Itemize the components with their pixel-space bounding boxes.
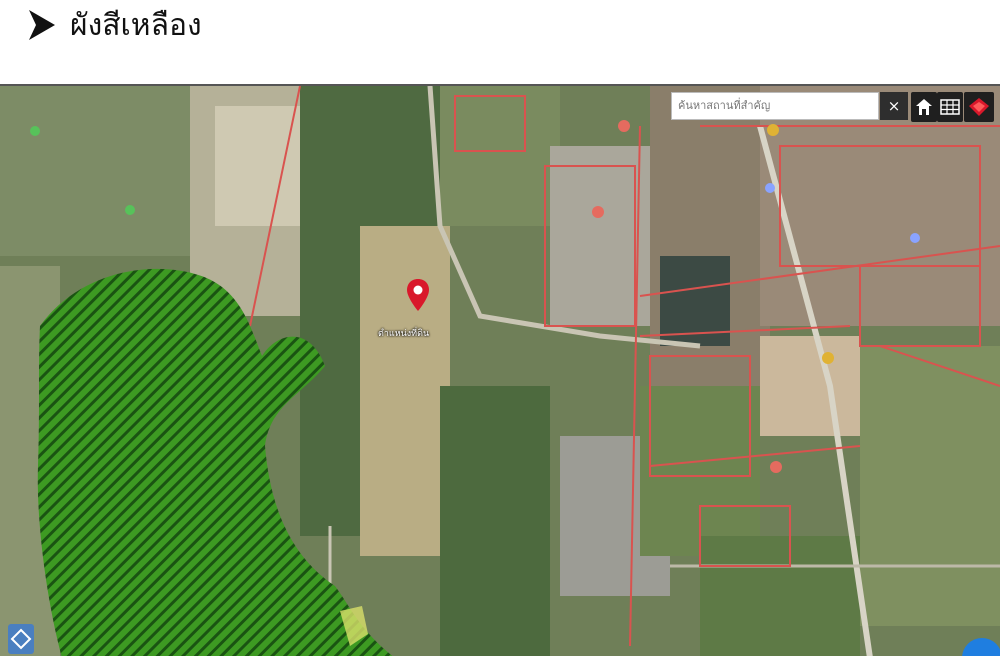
home-button[interactable]: [911, 92, 937, 122]
clear-search-button[interactable]: ×: [880, 92, 908, 120]
place-search-input[interactable]: [671, 92, 879, 120]
location-pin-icon[interactable]: [406, 278, 430, 316]
layers-button[interactable]: [964, 92, 994, 122]
map-logo-button[interactable]: [8, 624, 34, 654]
grid-icon: [940, 99, 960, 115]
satellite-map: [0, 86, 1000, 656]
grid-button[interactable]: [937, 92, 963, 122]
layers-icon: [969, 98, 989, 116]
map-view[interactable]: ตำแหน่งที่ดิน ×: [0, 84, 1000, 656]
arrow-bullet-icon: [28, 8, 56, 46]
page-header: ผังสีเหลือง: [0, 0, 1000, 84]
home-icon: [916, 99, 932, 115]
pin-label: ตำแหน่งที่ดิน: [378, 329, 430, 339]
diamond-logo-icon: [10, 628, 32, 650]
page-title: ผังสีเหลือง: [70, 8, 202, 43]
